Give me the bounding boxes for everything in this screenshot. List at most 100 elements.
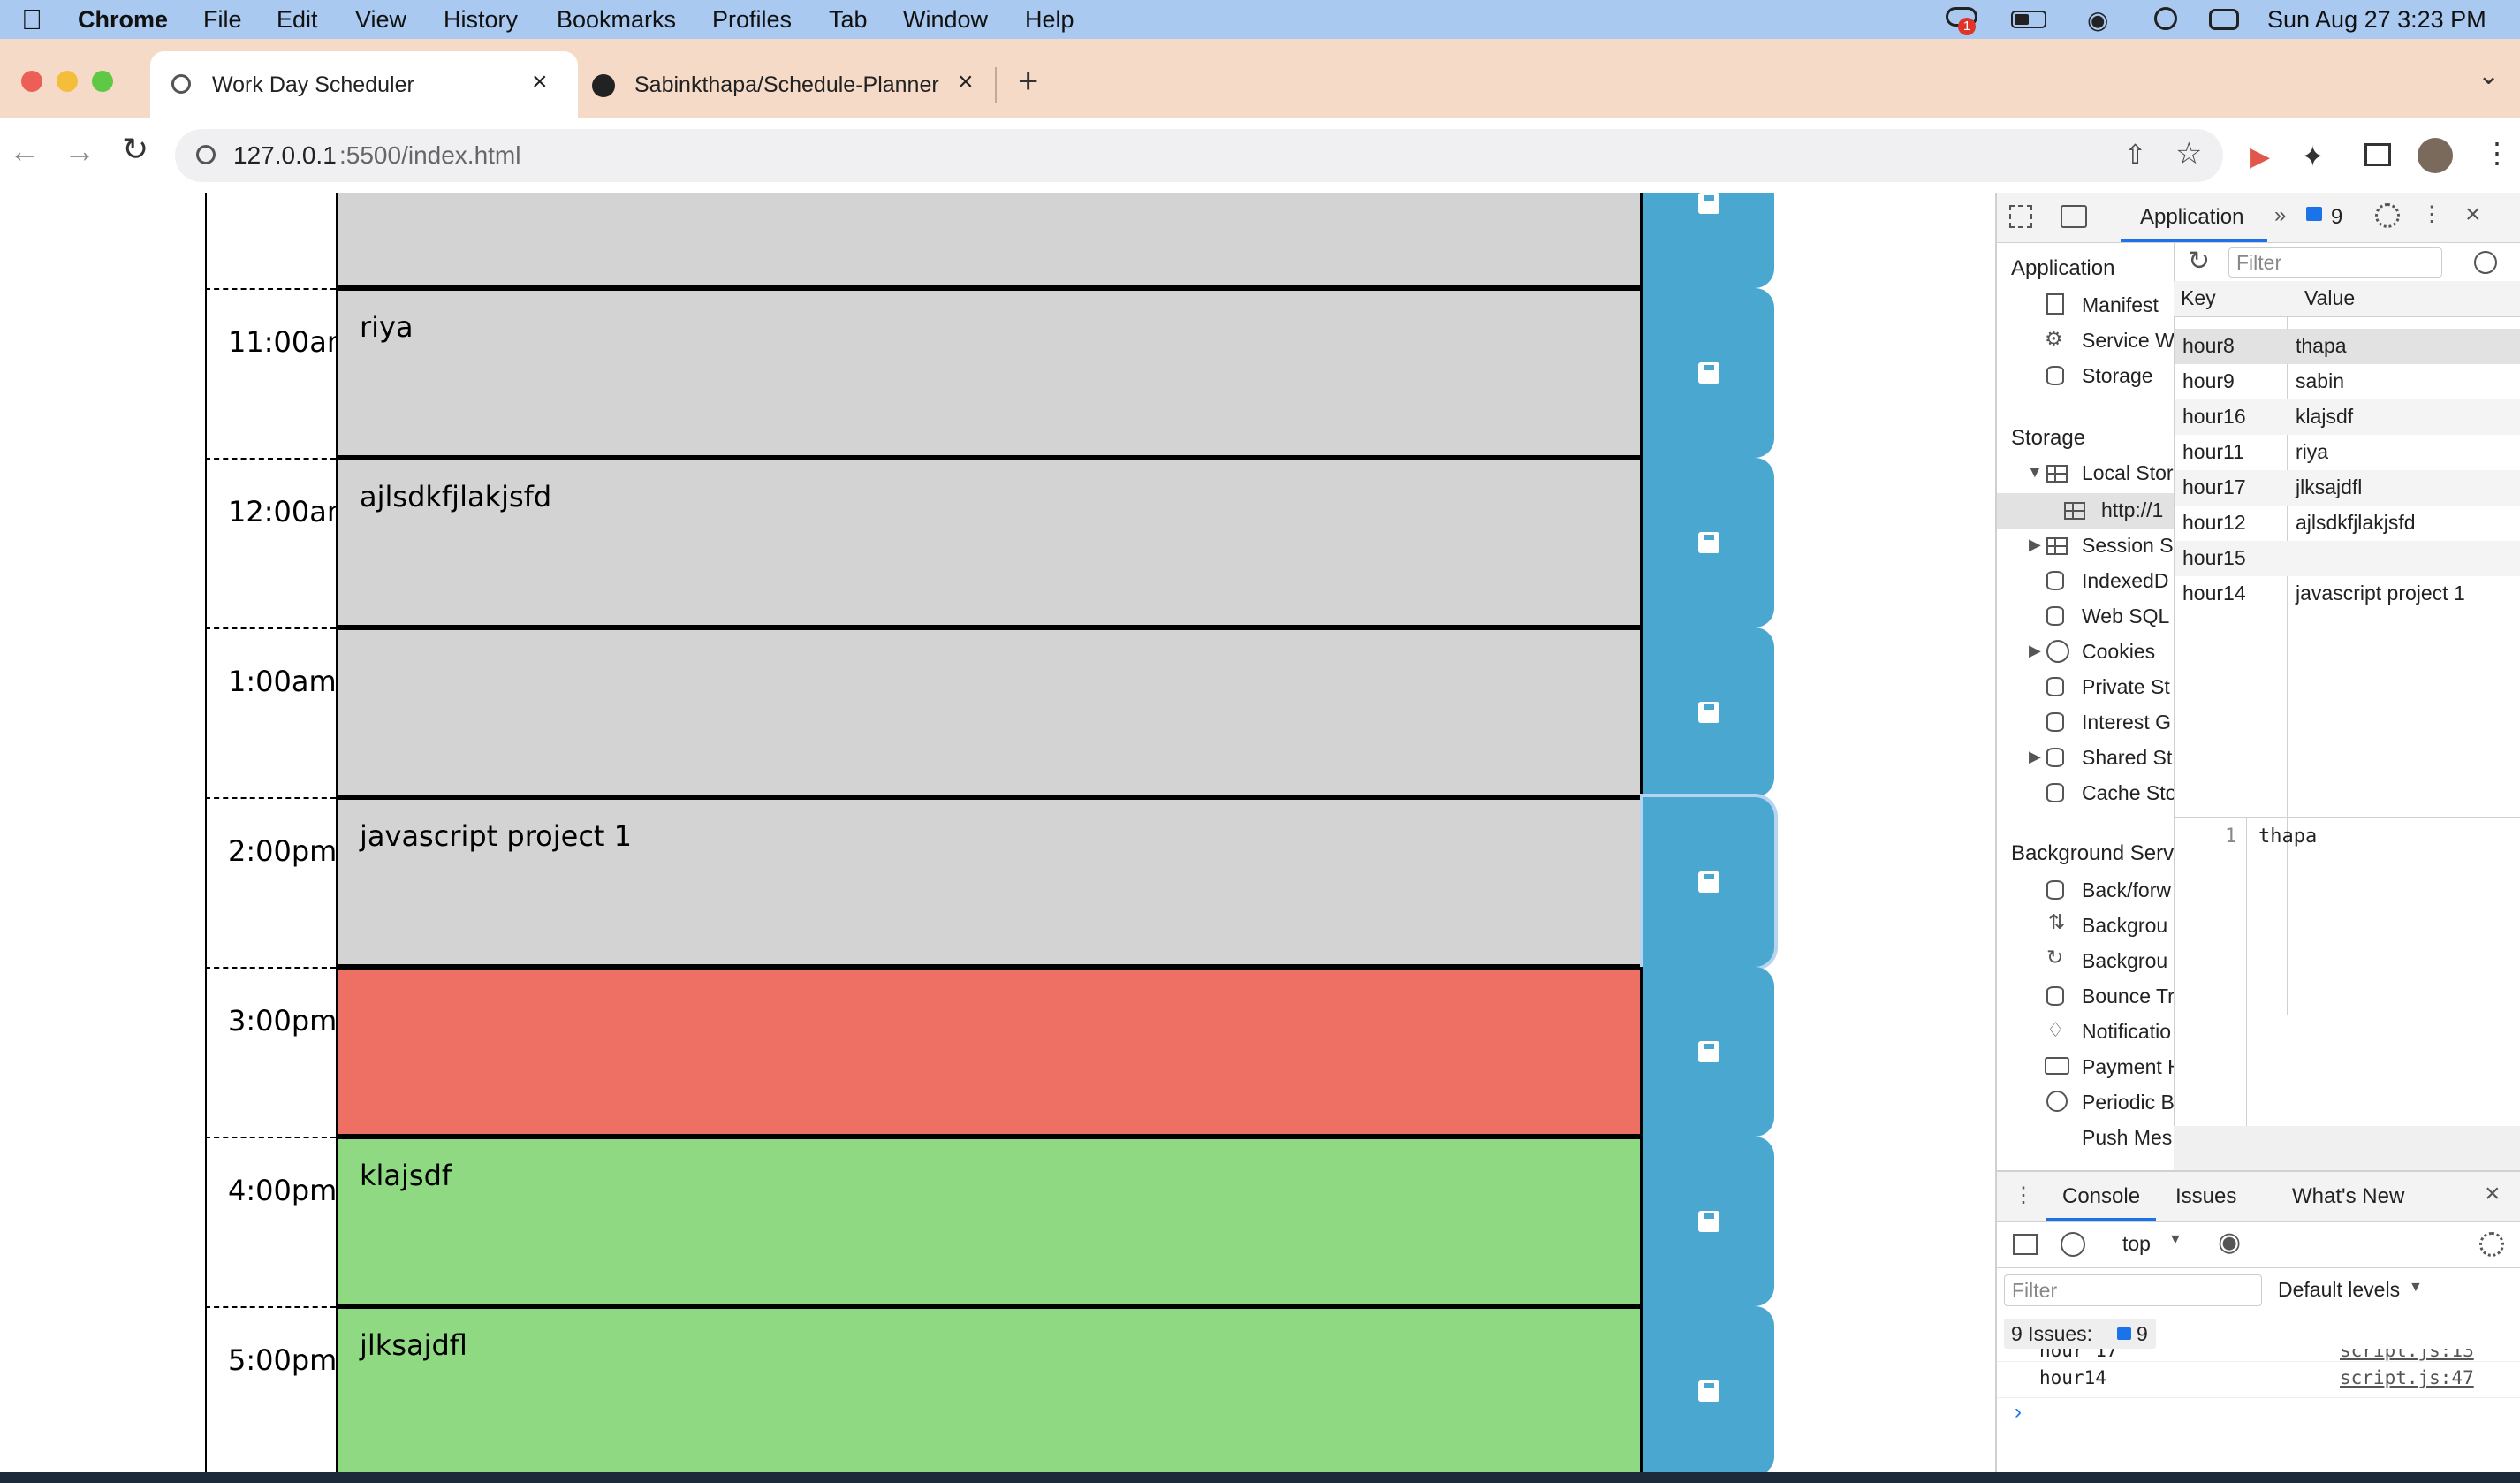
save-button[interactable] xyxy=(1643,797,1774,967)
table-row[interactable]: hour9 sabin xyxy=(2175,364,2520,399)
window-minimize-button[interactable] xyxy=(57,71,78,92)
wifi-icon[interactable]: ◉ xyxy=(2087,5,2108,34)
menu-clock[interactable]: Sun Aug 27 3:23 PM xyxy=(2267,6,2486,34)
chrome-menu-icon[interactable]: ⋮ xyxy=(2483,136,2511,170)
menu-history[interactable]: History xyxy=(444,6,518,34)
event-textarea[interactable]: klajsdf xyxy=(336,1137,1643,1306)
expand-arrow-icon[interactable]: ▶ xyxy=(2029,536,2041,554)
extensions-puzzle-icon[interactable]: ✦ xyxy=(2301,140,2325,173)
expand-arrow-icon[interactable]: ▶ xyxy=(2029,748,2041,766)
menu-app-name[interactable]: Chrome xyxy=(78,6,168,34)
sidebar-item-storage[interactable]: Storage xyxy=(2082,364,2153,388)
drawer-tab-issues[interactable]: Issues xyxy=(2175,1184,2236,1209)
reload-icon[interactable]: ↻ xyxy=(122,131,148,168)
issues-badge[interactable]: 9 Issues: 9 xyxy=(2004,1319,2156,1349)
save-button[interactable] xyxy=(1643,193,1774,288)
save-button[interactable] xyxy=(1643,1137,1774,1306)
sidebar-item-payment-handler[interactable]: Payment H xyxy=(2082,1055,2174,1079)
live-expression-eye-icon[interactable]: ◉ xyxy=(2218,1227,2241,1258)
event-textarea[interactable]: ajlsdkfjlakjsfd xyxy=(336,458,1643,627)
event-textarea[interactable]: javascript project 1 xyxy=(336,797,1643,967)
levels-dropdown-icon[interactable]: ▼ xyxy=(2409,1280,2423,1296)
column-header-value[interactable]: Value xyxy=(2304,286,2355,310)
tab-search-chevron-icon[interactable]: ⌄ xyxy=(2478,60,2500,91)
column-header-key[interactable]: Key xyxy=(2181,286,2216,310)
console-filter-input[interactable]: Filter xyxy=(2004,1274,2262,1306)
menu-bookmarks[interactable]: Bookmarks xyxy=(557,6,676,34)
apple-icon[interactable]:  xyxy=(21,4,42,36)
sidebar-item-back-forward-cache[interactable]: Back/forw xyxy=(2082,878,2171,902)
table-row[interactable]: hour15 xyxy=(2175,541,2520,576)
bookmark-star-icon[interactable]: ☆ xyxy=(2175,136,2202,171)
spotlight-search-icon[interactable] xyxy=(2154,7,2177,30)
event-textarea[interactable]: jlksajdfl xyxy=(336,1306,1643,1472)
event-textarea[interactable] xyxy=(336,627,1643,797)
drawer-close-icon[interactable]: × xyxy=(2485,1179,2501,1209)
sidebar-item-periodic-sync[interactable]: Periodic B xyxy=(2082,1091,2174,1114)
console-settings-gear-icon[interactable] xyxy=(2479,1232,2504,1257)
event-textarea[interactable]: riya xyxy=(336,288,1643,458)
console-prompt[interactable]: › xyxy=(2015,1400,2022,1425)
sidebar-item-selected[interactable]: http://1 xyxy=(1997,493,2174,529)
battery-icon[interactable] xyxy=(2011,11,2046,28)
issues-message-icon[interactable] xyxy=(2306,207,2322,221)
settings-gear-icon[interactable] xyxy=(2375,203,2400,228)
event-textarea[interactable] xyxy=(336,967,1643,1137)
table-row[interactable]: hour8 thapa xyxy=(2175,329,2520,364)
table-row[interactable]: hour11 riya xyxy=(2175,435,2520,470)
menu-help[interactable]: Help xyxy=(1025,6,1074,34)
sidebar-item-push-messaging[interactable]: Push Mes xyxy=(2082,1126,2172,1150)
avatar[interactable] xyxy=(2418,138,2453,173)
devtools-close-icon[interactable]: × xyxy=(2465,200,2481,230)
new-tab-plus-icon[interactable]: + xyxy=(1018,62,1038,102)
expand-arrow-icon[interactable]: ▼ xyxy=(2027,463,2043,482)
drawer-menu-icon[interactable]: ⋮ xyxy=(2013,1183,2034,1208)
drawer-tab-console[interactable]: Console xyxy=(2062,1184,2140,1209)
context-selector[interactable]: top xyxy=(2122,1232,2151,1256)
clear-all-icon[interactable] xyxy=(2474,251,2497,274)
save-button[interactable] xyxy=(1643,967,1774,1137)
sidebar-item-service-workers[interactable]: Service W xyxy=(2082,329,2174,353)
share-icon[interactable]: ⇧ xyxy=(2124,140,2146,171)
window-zoom-button[interactable] xyxy=(92,71,113,92)
menu-tab[interactable]: Tab xyxy=(829,6,868,34)
inspect-element-icon[interactable] xyxy=(2009,205,2032,228)
table-row[interactable]: hour17 jlksajdfl xyxy=(2175,470,2520,506)
more-tabs-chevron-icon[interactable]: » xyxy=(2274,203,2286,228)
sidebar-item-private-state-tokens[interactable]: Private St xyxy=(2082,675,2170,699)
sidebar-item-background-sync[interactable]: Backgrou xyxy=(2082,949,2167,973)
tab-application[interactable]: Application xyxy=(2140,205,2243,230)
sidebar-item-cache-storage[interactable]: Cache Sto xyxy=(2082,781,2174,805)
drawer-tab-whats-new[interactable]: What's New xyxy=(2292,1184,2404,1209)
sidebar-item-indexeddb[interactable]: IndexedD xyxy=(2082,569,2168,593)
address-bar[interactable]: 127.0.0.1 :5500/index.html ⇧ ☆ xyxy=(175,129,2223,182)
clear-console-icon[interactable] xyxy=(2061,1232,2085,1257)
side-panel-icon[interactable] xyxy=(2364,143,2391,166)
tab-close-icon[interactable]: × xyxy=(532,67,548,97)
sidebar-item-background-fetch[interactable]: Backgrou xyxy=(2082,914,2167,938)
save-button[interactable] xyxy=(1643,458,1774,627)
save-button[interactable] xyxy=(1643,1306,1774,1472)
event-textarea[interactable] xyxy=(336,193,1643,288)
sidebar-item-interest-groups[interactable]: Interest G xyxy=(2082,711,2171,734)
save-button[interactable] xyxy=(1643,627,1774,797)
log-levels-dropdown[interactable]: Default levels xyxy=(2278,1278,2400,1302)
save-button[interactable] xyxy=(1643,288,1774,458)
control-center-icon[interactable] xyxy=(2209,9,2239,30)
expand-arrow-icon[interactable]: ▶ xyxy=(2029,642,2041,660)
sidebar-item-shared-storage[interactable]: Shared St xyxy=(2082,746,2172,770)
tab-close-icon[interactable]: × xyxy=(958,67,974,97)
sidebar-item-notifications[interactable]: Notificatio xyxy=(2082,1020,2171,1044)
log-source-link[interactable]: script.js:47 xyxy=(2340,1367,2474,1388)
context-dropdown-icon[interactable]: ▼ xyxy=(2168,1232,2182,1248)
back-arrow-icon[interactable]: ← xyxy=(9,133,41,170)
menu-view[interactable]: View xyxy=(355,6,406,34)
sidebar-item-session-storage[interactable]: Session S xyxy=(2082,534,2174,558)
table-row[interactable]: hour16 klajsdf xyxy=(2175,399,2520,435)
sidebar-toggle-icon[interactable] xyxy=(2013,1234,2038,1255)
table-row[interactable]: hour12 ajlsdkfjlakjsfd xyxy=(2175,506,2520,541)
menu-edit[interactable]: Edit xyxy=(277,6,318,34)
sidebar-item-manifest[interactable]: Manifest xyxy=(2082,293,2159,317)
storage-filter-input[interactable]: Filter xyxy=(2228,247,2442,278)
sidebar-item-local-storage[interactable]: Local Stor xyxy=(2082,461,2174,485)
